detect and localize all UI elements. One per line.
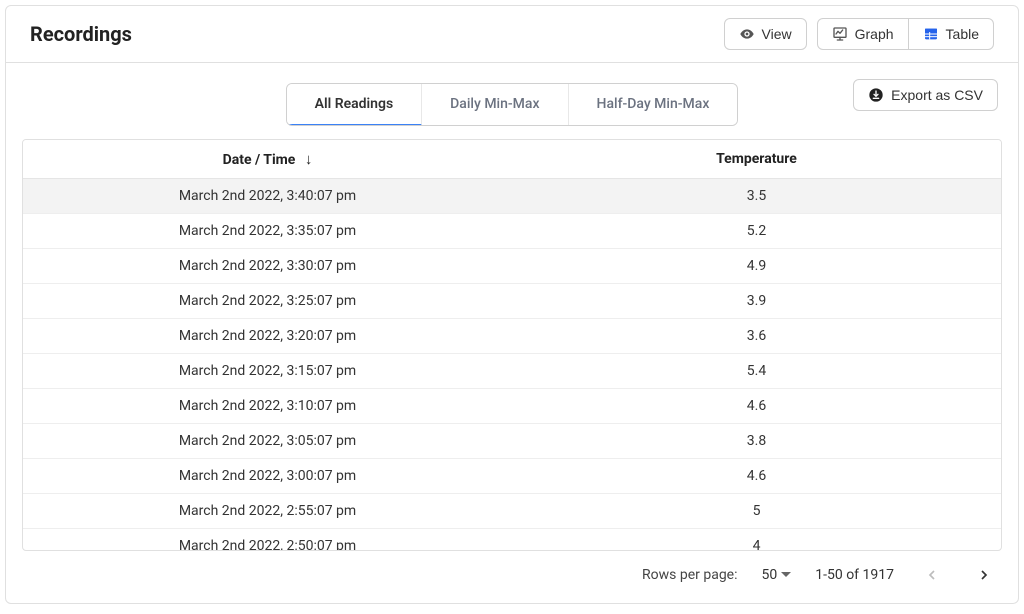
cell-temperature: 5	[512, 494, 1001, 529]
cell-temperature: 4	[512, 529, 1001, 551]
cell-temperature: 3.9	[512, 284, 1001, 319]
table-scroll[interactable]: Date / Time ↓ Temperature March 2nd 2022…	[23, 140, 1001, 550]
export-csv-button[interactable]: Export as CSV	[853, 79, 998, 111]
table-row[interactable]: March 2nd 2022, 2:50:07 pm4	[23, 529, 1001, 551]
cell-datetime: March 2nd 2022, 2:50:07 pm	[23, 529, 512, 551]
col-datetime-header[interactable]: Date / Time ↓	[23, 140, 512, 179]
recordings-card: Recordings View Graph	[5, 5, 1019, 604]
cell-datetime: March 2nd 2022, 3:35:07 pm	[23, 214, 512, 249]
view-button-label: View	[762, 26, 792, 42]
tabs: All Readings Daily Min-Max Half-Day Min-…	[286, 83, 739, 126]
tab-area: All Readings Daily Min-Max Half-Day Min-…	[6, 63, 1018, 129]
page-size-value: 50	[762, 567, 778, 583]
cell-datetime: March 2nd 2022, 3:15:07 pm	[23, 354, 512, 389]
cell-datetime: March 2nd 2022, 3:40:07 pm	[23, 179, 512, 214]
page-size-select[interactable]: 50	[762, 567, 792, 583]
chevron-left-icon	[924, 567, 940, 583]
page-title: Recordings	[30, 22, 132, 46]
graph-button[interactable]: Graph	[817, 18, 909, 50]
cell-temperature: 4.6	[512, 389, 1001, 424]
table-row[interactable]: March 2nd 2022, 3:10:07 pm4.6	[23, 389, 1001, 424]
table-row[interactable]: March 2nd 2022, 3:05:07 pm3.8	[23, 424, 1001, 459]
cell-datetime: March 2nd 2022, 3:25:07 pm	[23, 284, 512, 319]
cell-datetime: March 2nd 2022, 3:00:07 pm	[23, 459, 512, 494]
table-row[interactable]: March 2nd 2022, 3:15:07 pm5.4	[23, 354, 1001, 389]
card-header: Recordings View Graph	[6, 6, 1018, 63]
cell-datetime: March 2nd 2022, 2:55:07 pm	[23, 494, 512, 529]
cell-temperature: 3.8	[512, 424, 1001, 459]
graph-button-label: Graph	[855, 26, 894, 42]
eye-icon	[739, 26, 755, 42]
cell-datetime: March 2nd 2022, 3:20:07 pm	[23, 319, 512, 354]
table-row[interactable]: March 2nd 2022, 3:30:07 pm4.9	[23, 249, 1001, 284]
export-wrap: Export as CSV	[853, 79, 998, 111]
export-csv-label: Export as CSV	[891, 87, 983, 103]
col-datetime-label: Date / Time	[223, 152, 296, 168]
view-toggle-group: Graph Table	[817, 18, 994, 50]
table-row[interactable]: March 2nd 2022, 3:25:07 pm3.9	[23, 284, 1001, 319]
cell-temperature: 3.5	[512, 179, 1001, 214]
readings-table: Date / Time ↓ Temperature March 2nd 2022…	[23, 140, 1001, 550]
table-row[interactable]: March 2nd 2022, 3:00:07 pm4.6	[23, 459, 1001, 494]
col-temperature-label: Temperature	[716, 151, 797, 167]
cell-temperature: 5.2	[512, 214, 1001, 249]
col-temperature-header[interactable]: Temperature	[512, 140, 1001, 179]
prev-page-button[interactable]	[918, 561, 946, 589]
cell-datetime: March 2nd 2022, 3:10:07 pm	[23, 389, 512, 424]
table-icon	[923, 26, 939, 42]
cell-temperature: 5.4	[512, 354, 1001, 389]
cell-temperature: 3.6	[512, 319, 1001, 354]
rows-per-page-label: Rows per page:	[642, 567, 737, 583]
graph-icon	[832, 26, 848, 42]
tab-halfday-minmax[interactable]: Half-Day Min-Max	[569, 84, 738, 125]
caret-down-icon	[781, 567, 791, 583]
tab-daily-minmax[interactable]: Daily Min-Max	[422, 84, 568, 125]
tab-all-readings[interactable]: All Readings	[287, 84, 423, 126]
table-container: Date / Time ↓ Temperature March 2nd 2022…	[22, 139, 1002, 551]
table-row[interactable]: March 2nd 2022, 2:55:07 pm5	[23, 494, 1001, 529]
table-button-label: Table	[946, 26, 979, 42]
download-icon	[868, 87, 884, 103]
next-page-button[interactable]	[970, 561, 998, 589]
cell-datetime: March 2nd 2022, 3:05:07 pm	[23, 424, 512, 459]
cell-temperature: 4.9	[512, 249, 1001, 284]
cell-temperature: 4.6	[512, 459, 1001, 494]
pagination-range: 1-50 of 1917	[815, 567, 894, 583]
table-row[interactable]: March 2nd 2022, 3:20:07 pm3.6	[23, 319, 1001, 354]
view-button[interactable]: View	[724, 18, 807, 50]
table-button[interactable]: Table	[908, 18, 994, 50]
header-actions: View Graph Table	[724, 18, 994, 50]
table-body: March 2nd 2022, 3:40:07 pm3.5March 2nd 2…	[23, 179, 1001, 551]
arrow-down-icon: ↓	[305, 150, 313, 168]
cell-datetime: March 2nd 2022, 3:30:07 pm	[23, 249, 512, 284]
chevron-right-icon	[976, 567, 992, 583]
pagination-footer: Rows per page: 50 1-50 of 1917	[6, 551, 1018, 603]
table-row[interactable]: March 2nd 2022, 3:40:07 pm3.5	[23, 179, 1001, 214]
table-row[interactable]: March 2nd 2022, 3:35:07 pm5.2	[23, 214, 1001, 249]
